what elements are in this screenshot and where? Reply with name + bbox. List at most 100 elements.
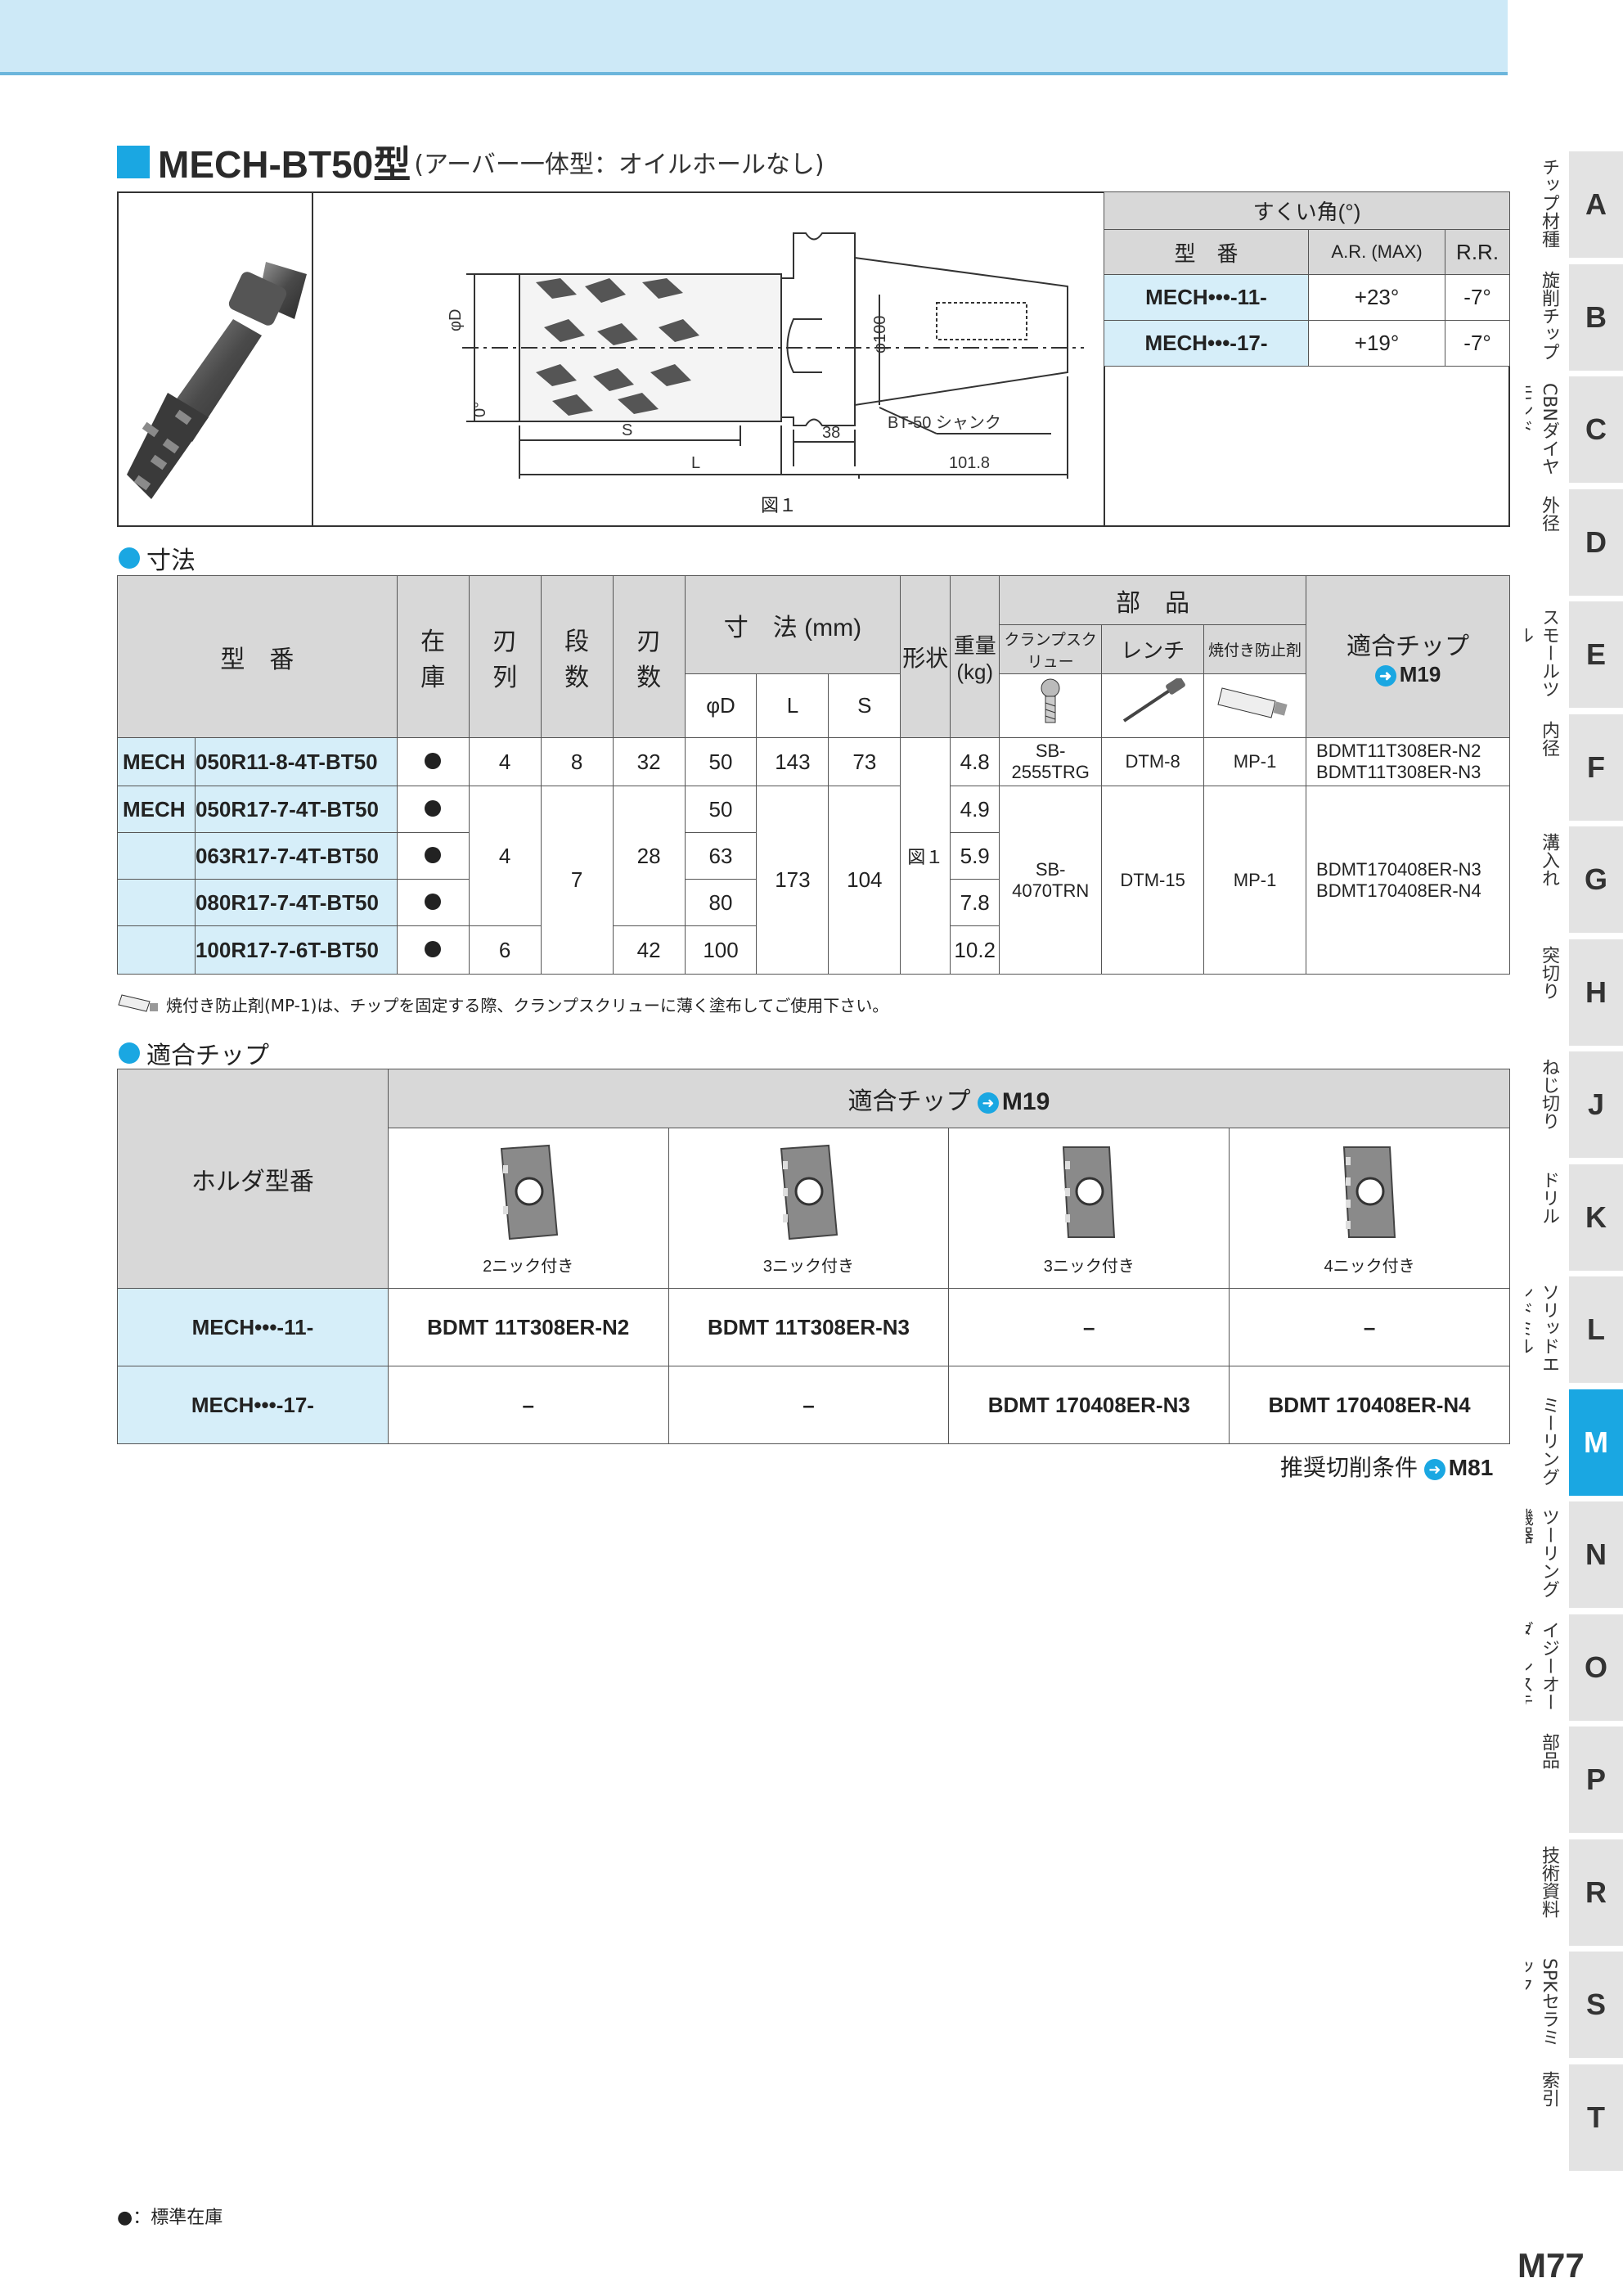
h-dims: 寸 法 (mm) bbox=[684, 575, 901, 674]
recommend-label: 推奨切削条件 bbox=[1280, 1455, 1418, 1480]
cell-weight: 10.2 bbox=[950, 925, 1000, 975]
chip-ref-link[interactable]: M19 bbox=[1002, 1088, 1050, 1115]
row-model: 050R11-8-4T-BT50 bbox=[194, 737, 398, 786]
h-shape: 形状 bbox=[900, 575, 951, 738]
cell-clamp: SB-4070TRN bbox=[999, 786, 1103, 975]
bullet-icon bbox=[119, 547, 140, 569]
tab-label: ソリッドエンドミル bbox=[1526, 1283, 1559, 1373]
tab-h[interactable]: 突切り H bbox=[1526, 939, 1623, 1046]
tab-e[interactable]: スモールツール E bbox=[1526, 601, 1623, 708]
tab-label: ミーリング bbox=[1539, 1395, 1559, 1486]
tab-label: イジーオーダーシステム bbox=[1526, 1620, 1559, 1711]
rake-angle-table: すくい角(°) 型 番 A.R. (MAX) R.R. MECH•••-11- +23… bbox=[1104, 191, 1510, 367]
cell-rows: 4 bbox=[468, 786, 542, 926]
tab-letter: D bbox=[1569, 488, 1623, 596]
chip-section-heading: 適合チップ bbox=[119, 1035, 269, 1071]
tip-line: BDMT170408ER-N4 bbox=[1316, 880, 1481, 901]
tab-g[interactable]: 溝入れ G bbox=[1526, 826, 1623, 933]
tab-label: スモールツール bbox=[1526, 608, 1559, 698]
h-clamp: クランプスクリュー bbox=[999, 624, 1103, 674]
label-phiD: φD bbox=[447, 309, 465, 331]
tab-l[interactable]: ソリッドエンドミル L bbox=[1526, 1276, 1623, 1383]
cell-wrench: DTM-8 bbox=[1101, 737, 1205, 786]
h-anti: 焼付き防止剤 bbox=[1203, 624, 1307, 674]
screw-icon bbox=[999, 673, 1103, 738]
arrow-right-icon: ➜ bbox=[977, 1092, 999, 1114]
legend: ●：標準在庫 bbox=[117, 2208, 223, 2228]
tab-m[interactable]: ミーリング M bbox=[1526, 1389, 1623, 1496]
tab-label: チップ材種 bbox=[1539, 158, 1559, 248]
tab-letter: M bbox=[1569, 1389, 1623, 1496]
h-tip-label: 適合チップ bbox=[1347, 633, 1470, 660]
tab-letter: O bbox=[1569, 1614, 1623, 1721]
label-L: L bbox=[691, 454, 700, 472]
cell-L: 143 bbox=[756, 737, 829, 786]
stock-dot bbox=[396, 786, 470, 833]
cell-S: 73 bbox=[828, 737, 901, 786]
label-38: 38 bbox=[822, 424, 840, 442]
chip-cell: BDMT 11T308ER-N2 bbox=[387, 1288, 669, 1366]
tab-b[interactable]: 旋削チップ B bbox=[1526, 263, 1623, 371]
table-row: MECH•••-17- – – BDMT 170408ER-N3 BDMT 17… bbox=[117, 1366, 1510, 1444]
tab-letter: L bbox=[1569, 1276, 1623, 1383]
cell-clamp: SB-2555TRG bbox=[999, 737, 1103, 786]
rake-rr: -7° bbox=[1445, 274, 1510, 321]
chip-cell: BDMT 11T308ER-N3 bbox=[668, 1288, 950, 1366]
tab-a[interactable]: チップ材種 A bbox=[1526, 151, 1623, 258]
h-parts: 部 品 bbox=[999, 575, 1307, 625]
cell-anti: MP-1 bbox=[1203, 786, 1307, 975]
recommend-link[interactable]: 推奨切削条件 ➜ M81 bbox=[1280, 1450, 1493, 1483]
chip-image-cell: 4ニック付き bbox=[1229, 1128, 1510, 1289]
chip-cell: BDMT 170408ER-N4 bbox=[1229, 1366, 1510, 1444]
rake-model: MECH•••-17- bbox=[1104, 320, 1309, 367]
tab-p[interactable]: 部品 P bbox=[1526, 1727, 1623, 1833]
tip-line: BDMT170408ER-N3 bbox=[1316, 858, 1481, 880]
insert-icon bbox=[780, 1144, 838, 1240]
tab-f[interactable]: 内径 F bbox=[1526, 714, 1623, 821]
tube-icon bbox=[118, 994, 158, 1012]
chip-cell: – bbox=[387, 1366, 669, 1444]
cell-anti: MP-1 bbox=[1203, 737, 1307, 786]
cell-weight: 4.9 bbox=[950, 786, 1000, 833]
cell-D: 50 bbox=[684, 786, 758, 833]
label-1018: 101.8 bbox=[949, 454, 990, 472]
h-teeth: 刃数 bbox=[612, 575, 686, 738]
recommend-ref: M81 bbox=[1448, 1455, 1494, 1480]
tab-letter: E bbox=[1569, 601, 1623, 708]
tab-c[interactable]: CBNダイヤモンド C bbox=[1526, 376, 1623, 483]
h-chip-label: 適合チップ bbox=[847, 1087, 971, 1115]
tab-n[interactable]: ツーリング機器 N bbox=[1526, 1501, 1623, 1608]
tab-k[interactable]: ドリル K bbox=[1526, 1164, 1623, 1271]
row-model: 063R17-7-4T-BT50 bbox=[194, 832, 398, 880]
wrench-icon bbox=[1101, 673, 1205, 738]
title-main: MECH-BT50型 bbox=[158, 143, 411, 186]
tip-ref-link[interactable]: M19 bbox=[1400, 662, 1441, 687]
tab-d[interactable]: 外径 D bbox=[1526, 488, 1623, 596]
row-model: 080R17-7-4T-BT50 bbox=[194, 879, 398, 926]
chip-caption: 3ニック付き bbox=[1043, 1257, 1135, 1276]
h-wrench: レンチ bbox=[1101, 624, 1205, 674]
rake-col-rr: R.R. bbox=[1445, 229, 1510, 275]
h-holder: ホルダ型番 bbox=[117, 1069, 389, 1289]
insert-icon bbox=[1343, 1146, 1396, 1238]
row-prefix-blank bbox=[117, 925, 196, 975]
chip-cell: – bbox=[668, 1366, 950, 1444]
stock-dot bbox=[396, 879, 470, 926]
h-stock: 在庫 bbox=[396, 575, 470, 738]
cell-stages: 8 bbox=[540, 737, 614, 786]
rake-ar: +23° bbox=[1307, 274, 1446, 321]
page-title: MECH-BT50型 (アーバー一体型：オイルホールなし) bbox=[117, 137, 825, 187]
h-L: L bbox=[756, 673, 829, 738]
tab-j[interactable]: ねじ切り J bbox=[1526, 1051, 1623, 1158]
tab-t[interactable]: 索引 T bbox=[1526, 2064, 1623, 2171]
tab-o[interactable]: イジーオーダーシステム O bbox=[1526, 1614, 1623, 1721]
chip-table: ホルダ型番 適合チップ ➜ M19 2ニック付き 3ニック付き 3ニック付き 4ニ… bbox=[117, 1069, 1511, 1444]
h-tip: 適合チップ ➜ M19 bbox=[1306, 575, 1510, 738]
cell-L: 173 bbox=[756, 786, 829, 975]
cell-weight: 7.8 bbox=[950, 879, 1000, 926]
figure-caption: 図１ bbox=[761, 496, 798, 516]
h-D: φD bbox=[684, 673, 758, 738]
tab-s[interactable]: SPKセラミック S bbox=[1526, 1952, 1623, 2058]
tab-r[interactable]: 技術資料 R bbox=[1526, 1839, 1623, 1946]
cell-weight: 5.9 bbox=[950, 832, 1000, 880]
